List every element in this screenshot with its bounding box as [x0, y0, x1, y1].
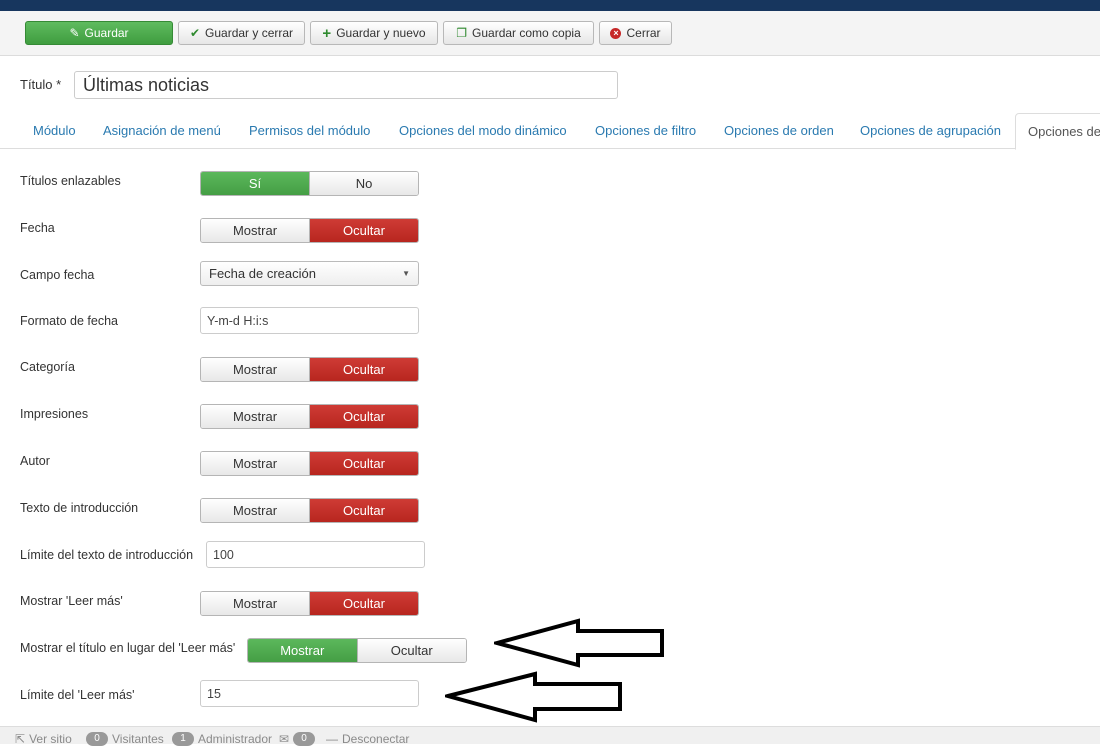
- author-hide-option[interactable]: Ocultar: [309, 452, 418, 475]
- save-button[interactable]: ✎ Guardar: [25, 21, 173, 45]
- date-toggle: Mostrar Ocultar: [200, 218, 419, 243]
- date-hide-option[interactable]: Ocultar: [309, 219, 418, 242]
- hits-toggle: Mostrar Ocultar: [200, 404, 419, 429]
- date-field-value: Fecha de creación: [209, 266, 316, 281]
- date-field-label: Campo fecha: [20, 268, 95, 282]
- author-toggle: Mostrar Ocultar: [200, 451, 419, 476]
- tab-menu-assignment[interactable]: Asignación de menú: [103, 123, 221, 138]
- readmore-show-option[interactable]: Mostrar: [201, 592, 309, 615]
- tab-bar: Módulo Asignación de menú Permisos del m…: [0, 113, 1100, 150]
- date-format-input[interactable]: Y-m-d H:i:s: [200, 307, 419, 334]
- readmore-title-hide-option[interactable]: Ocultar: [356, 639, 466, 662]
- linked-titles-label: Títulos enlazables: [20, 174, 121, 188]
- intro-text-show-option[interactable]: Mostrar: [201, 499, 309, 522]
- date-show-option[interactable]: Mostrar: [201, 219, 309, 242]
- check-icon: ✔: [189, 26, 201, 40]
- linked-titles-toggle: Sí No: [200, 171, 419, 196]
- save-new-button[interactable]: + Guardar y nuevo: [310, 21, 438, 45]
- save-new-label: Guardar y nuevo: [336, 26, 426, 40]
- toolbar: ✎ Guardar ✔ Guardar y cerrar + Guardar y…: [0, 11, 1100, 56]
- tab-module[interactable]: Módulo: [33, 123, 76, 138]
- readmore-limit-label: Límite del 'Leer más': [20, 688, 135, 702]
- intro-text-label: Texto de introducción: [20, 501, 139, 515]
- intro-text-hide-option[interactable]: Ocultar: [309, 499, 418, 522]
- plus-icon: +: [322, 24, 332, 42]
- date-format-label: Formato de fecha: [20, 314, 118, 328]
- readmore-title-label: Mostrar el título en lugar del 'Leer más…: [20, 641, 236, 655]
- tab-grouping-options[interactable]: Opciones de agrupación: [860, 123, 1001, 138]
- annotation-arrow-icon: [494, 618, 664, 668]
- hits-label: Impresiones: [20, 407, 89, 421]
- tab-filter-options[interactable]: Opciones de filtro: [595, 123, 696, 138]
- category-hide-option[interactable]: Ocultar: [309, 358, 418, 381]
- top-header-bar: [0, 0, 1100, 11]
- intro-text-toggle: Mostrar Ocultar: [200, 498, 419, 523]
- category-show-option[interactable]: Mostrar: [201, 358, 309, 381]
- readmore-title-show-option[interactable]: Mostrar: [248, 639, 357, 662]
- copy-icon: ❐: [456, 26, 468, 40]
- hits-hide-option[interactable]: Ocultar: [309, 405, 418, 428]
- date-format-value: Y-m-d H:i:s: [207, 313, 269, 328]
- readmore-toggle: Mostrar Ocultar: [200, 591, 419, 616]
- author-label: Autor: [20, 454, 50, 468]
- close-button[interactable]: × Cerrar: [599, 21, 672, 45]
- tab-module-permissions[interactable]: Permisos del módulo: [249, 123, 370, 138]
- readmore-title-toggle: Mostrar Ocultar: [247, 638, 467, 663]
- save-button-label: Guardar: [84, 26, 129, 40]
- tab-ordering-options[interactable]: Opciones de orden: [724, 123, 834, 138]
- save-copy-label: Guardar como copia: [472, 26, 581, 40]
- tab-dynamic-mode-options[interactable]: Opciones del modo dinámico: [399, 123, 567, 138]
- edit-icon: ✎: [69, 26, 80, 40]
- readmore-limit-value: 15: [207, 686, 221, 701]
- date-label: Fecha: [20, 221, 55, 235]
- save-close-button[interactable]: ✔ Guardar y cerrar: [178, 21, 305, 45]
- readmore-hide-option[interactable]: Ocultar: [309, 592, 418, 615]
- close-label: Cerrar: [626, 26, 661, 40]
- annotation-arrow-icon: [445, 671, 622, 723]
- close-icon: ×: [610, 27, 622, 39]
- intro-limit-value: 100: [213, 547, 234, 562]
- status-bar: ⇱ Ver sitio 0 Visitantes 1 Administrador…: [0, 726, 1100, 746]
- caret-down-icon: ▼: [402, 269, 410, 278]
- author-show-option[interactable]: Mostrar: [201, 452, 309, 475]
- title-label: Título *: [20, 77, 62, 92]
- title-input[interactable]: [74, 71, 618, 99]
- linked-titles-no-option[interactable]: No: [309, 172, 418, 195]
- readmore-label: Mostrar 'Leer más': [20, 594, 123, 608]
- intro-limit-label: Límite del texto de introducción: [20, 548, 194, 562]
- hits-show-option[interactable]: Mostrar: [201, 405, 309, 428]
- linked-titles-yes-option[interactable]: Sí: [201, 172, 309, 195]
- tab-display-options[interactable]: Opciones de: [1015, 113, 1100, 150]
- category-label: Categoría: [20, 360, 75, 374]
- readmore-limit-input[interactable]: 15: [200, 680, 419, 707]
- date-field-select[interactable]: Fecha de creación ▼: [200, 261, 419, 286]
- save-copy-button[interactable]: ❐ Guardar como copia: [443, 21, 594, 45]
- intro-limit-input[interactable]: 100: [206, 541, 425, 568]
- category-toggle: Mostrar Ocultar: [200, 357, 419, 382]
- save-close-label: Guardar y cerrar: [205, 26, 294, 40]
